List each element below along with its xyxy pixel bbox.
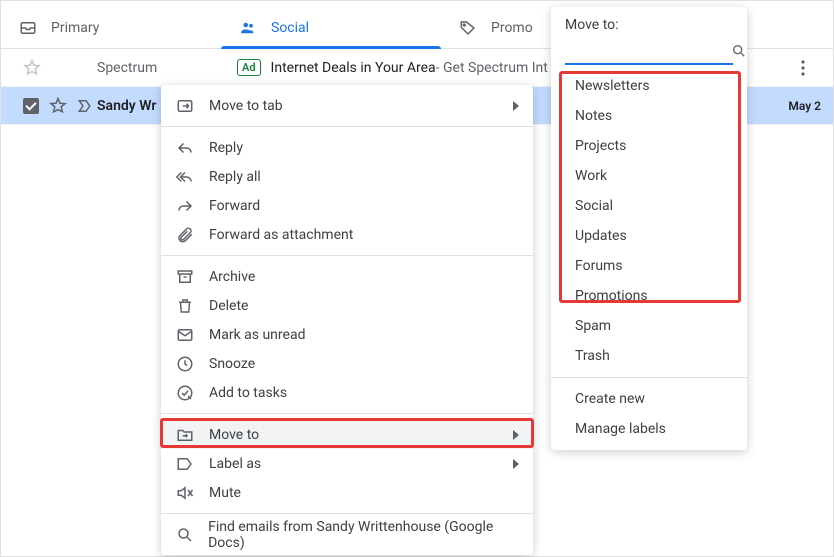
archive-icon <box>175 267 195 287</box>
menu-label: Mute <box>209 485 241 501</box>
label-newsletters[interactable]: Newsletters <box>551 71 747 101</box>
reply-icon <box>175 138 195 158</box>
label-social[interactable]: Social <box>551 191 747 221</box>
label-updates[interactable]: Updates <box>551 221 747 251</box>
menu-label: Reply all <box>209 169 261 185</box>
menu-archive[interactable]: Archive <box>161 262 533 291</box>
folder-move-icon <box>175 425 195 445</box>
label-create-new[interactable]: Create new <box>551 384 747 414</box>
menu-mark-unread[interactable]: Mark as unread <box>161 320 533 349</box>
menu-mute[interactable]: Mute <box>161 478 533 507</box>
tab-social[interactable]: Social <box>221 7 441 48</box>
chevron-right-icon <box>513 101 519 111</box>
label-projects[interactable]: Projects <box>551 131 747 161</box>
menu-label-as[interactable]: Label as <box>161 449 533 478</box>
tab-primary-label: Primary <box>51 20 99 36</box>
chevron-right-icon <box>513 459 519 469</box>
star-icon[interactable] <box>23 59 41 77</box>
mute-icon <box>175 483 195 503</box>
move-search-input[interactable] <box>565 44 731 59</box>
menu-move-to[interactable]: Move to <box>161 420 533 449</box>
reply-all-icon <box>175 167 195 187</box>
label-manage-labels[interactable]: Manage labels <box>551 414 747 444</box>
menu-label: Archive <box>209 269 255 285</box>
star-icon[interactable] <box>49 97 67 115</box>
label-promotions[interactable]: Promotions <box>551 281 747 311</box>
tab-primary[interactable]: Primary <box>1 7 221 48</box>
inbox-icon <box>19 19 37 37</box>
attachment-icon <box>175 225 195 245</box>
ad-snippet: - Get Spectrum Int <box>436 60 548 76</box>
menu-forward[interactable]: Forward <box>161 191 533 220</box>
menu-label: Forward <box>209 198 260 214</box>
important-icon[interactable] <box>77 97 95 115</box>
tab-social-label: Social <box>271 20 309 36</box>
label-spam[interactable]: Spam <box>551 311 747 341</box>
tag-icon <box>459 19 477 37</box>
more-icon[interactable] <box>801 60 821 76</box>
email-date: May 2 <box>788 99 821 113</box>
move-to-panel: Move to: Newsletters Notes Projects Work… <box>551 7 747 450</box>
menu-reply-all[interactable]: Reply all <box>161 162 533 191</box>
clock-icon <box>175 354 195 374</box>
menu-move-to-tab[interactable]: Move to tab <box>161 91 533 120</box>
label-trash[interactable]: Trash <box>551 341 747 371</box>
forward-icon <box>175 196 195 216</box>
menu-label: Move to <box>209 427 259 443</box>
search-icon[interactable] <box>731 43 747 59</box>
move-tab-icon <box>175 96 195 116</box>
menu-forward-attachment[interactable]: Forward as attachment <box>161 220 533 249</box>
chevron-right-icon <box>513 430 519 440</box>
checkbox-icon[interactable] <box>23 98 39 114</box>
label-notes[interactable]: Notes <box>551 101 747 131</box>
menu-label: Mark as unread <box>209 327 305 343</box>
menu-snooze[interactable]: Snooze <box>161 349 533 378</box>
context-menu: Move to tab Reply Reply all Forward Forw… <box>161 85 533 555</box>
menu-label: Snooze <box>209 356 255 372</box>
search-icon <box>175 525 194 545</box>
ad-sender: Spectrum <box>97 60 237 76</box>
move-panel-title: Move to: <box>551 17 747 39</box>
ad-badge: Ad <box>237 59 261 76</box>
menu-find-emails[interactable]: Find emails from Sandy Writtenhouse (Goo… <box>161 520 533 549</box>
menu-label: Reply <box>209 140 243 156</box>
delete-icon <box>175 296 195 316</box>
ad-subject: Internet Deals in Your Area <box>271 60 436 76</box>
move-search[interactable] <box>565 39 733 65</box>
menu-label: Label as <box>209 456 261 472</box>
menu-label: Delete <box>209 298 248 314</box>
label-icon <box>175 454 195 474</box>
people-icon <box>239 19 257 37</box>
menu-reply[interactable]: Reply <box>161 133 533 162</box>
label-forums[interactable]: Forums <box>551 251 747 281</box>
mail-icon <box>175 325 195 345</box>
task-icon <box>175 383 195 403</box>
menu-add-tasks[interactable]: Add to tasks <box>161 378 533 407</box>
menu-label: Move to tab <box>209 98 283 114</box>
label-work[interactable]: Work <box>551 161 747 191</box>
menu-label: Find emails from Sandy Writtenhouse (Goo… <box>208 519 519 551</box>
menu-label: Add to tasks <box>209 385 287 401</box>
menu-label: Forward as attachment <box>209 227 353 243</box>
tab-promotions-label: Promo <box>491 20 533 36</box>
menu-delete[interactable]: Delete <box>161 291 533 320</box>
